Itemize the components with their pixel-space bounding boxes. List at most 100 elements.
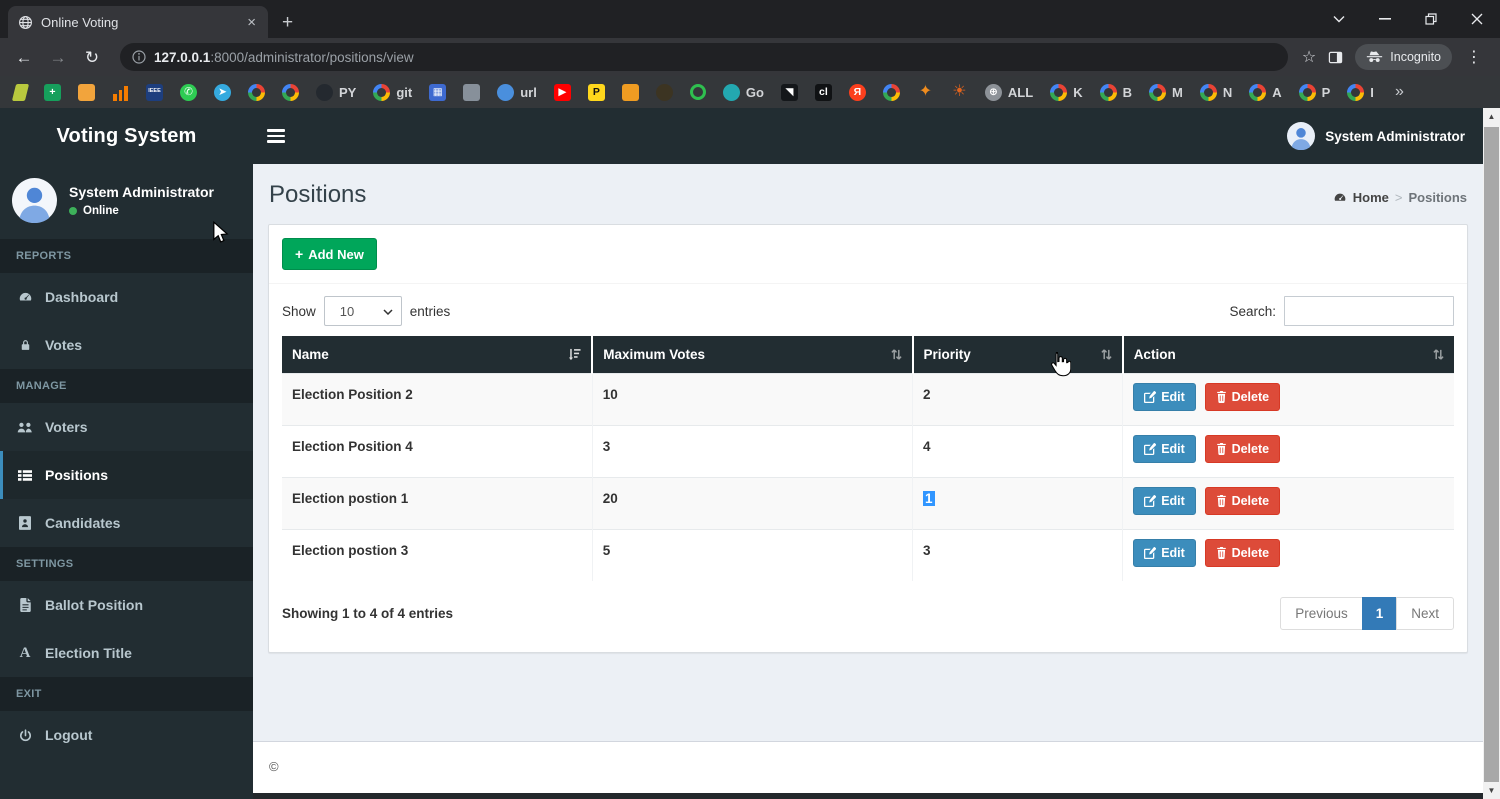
bookmark-ieee[interactable]: IEEE — [146, 84, 163, 101]
bookmark-star-icon[interactable]: ☆ — [1302, 47, 1316, 67]
tab-close-icon[interactable]: × — [245, 15, 258, 30]
pagination-next[interactable]: Next — [1396, 597, 1454, 630]
scroll-down-icon[interactable]: ▼ — [1483, 782, 1500, 799]
edit-button[interactable]: Edit — [1133, 539, 1196, 567]
bookmark-google-a[interactable]: A — [1249, 84, 1281, 101]
bookmark-sun-icon: ☀ — [951, 84, 968, 101]
scrollbar-thumb[interactable] — [1484, 127, 1499, 782]
bookmark-cl[interactable]: cl — [815, 84, 832, 101]
column-header-max-votes[interactable]: Maximum Votes — [592, 336, 912, 373]
search-input[interactable] — [1284, 296, 1454, 326]
page-length-select[interactable]: 10 — [324, 296, 402, 326]
bookmark-google-2[interactable] — [282, 84, 299, 101]
bookmark-yandex-icon: Я — [849, 84, 866, 101]
edit-button[interactable]: Edit — [1133, 487, 1196, 515]
scroll-up-icon[interactable]: ▲ — [1483, 108, 1500, 125]
edit-button[interactable]: Edit — [1133, 383, 1196, 411]
bookmark-eagle[interactable]: ◥ — [781, 84, 798, 101]
bookmark-url-icon — [497, 84, 514, 101]
bookmark-telegram[interactable]: ➤ — [214, 84, 231, 101]
cell-max-votes: 5 — [592, 529, 912, 581]
new-tab-button[interactable]: + — [282, 13, 293, 32]
column-header-action[interactable]: Action — [1123, 336, 1454, 373]
column-header-name[interactable]: Name — [282, 336, 592, 373]
bookmark-all[interactable]: ⊕ALL — [985, 84, 1033, 101]
column-header-priority[interactable]: Priority — [913, 336, 1123, 373]
bookmark-google-1[interactable] — [248, 84, 265, 101]
bookmark-url[interactable]: url — [497, 84, 537, 101]
breadcrumb-home[interactable]: Home — [1353, 190, 1389, 205]
bookmark-google-k[interactable]: K — [1050, 84, 1082, 101]
forward-button[interactable]: → — [44, 49, 72, 66]
url-bar[interactable]: 127.0.0.1:8000/administrator/positions/v… — [120, 43, 1288, 71]
bookmark-analytics[interactable] — [112, 84, 129, 101]
side-panel-icon[interactable] — [1322, 50, 1349, 65]
browser-tab[interactable]: Online Voting × — [8, 6, 268, 38]
bookmarks-overflow[interactable]: » — [1391, 84, 1408, 101]
reload-button[interactable]: ↻ — [78, 49, 106, 66]
bookmark-google-3[interactable] — [883, 84, 900, 101]
sidebar-item-election-title[interactable]: A Election Title — [0, 629, 253, 677]
bookmark-blue-grid[interactable]: ▦ — [429, 84, 446, 101]
bookmark-all-label: ALL — [1008, 85, 1033, 100]
delete-button[interactable]: Delete — [1205, 539, 1281, 567]
window-close-button[interactable] — [1454, 0, 1500, 38]
sidebar-item-candidates[interactable]: Candidates — [0, 499, 253, 547]
bookmark-google-m[interactable]: M — [1149, 84, 1183, 101]
bookmark-spark[interactable]: ✦ — [917, 84, 934, 101]
bookmark-green-ring[interactable] — [690, 84, 706, 100]
bookmark-google-p[interactable]: P — [1299, 84, 1331, 101]
pagination-previous[interactable]: Previous — [1280, 597, 1363, 630]
power-icon — [16, 729, 34, 742]
navbar-user[interactable]: System Administrator — [1287, 122, 1465, 150]
browser-menu-icon[interactable]: ⋮ — [1458, 47, 1490, 67]
search-control: Search: — [1229, 296, 1454, 326]
bookmark-camera[interactable] — [622, 84, 639, 101]
window-chevron-icon[interactable] — [1316, 0, 1362, 38]
bookmark-slant[interactable] — [14, 84, 27, 101]
sidebar-toggle-button[interactable] — [267, 129, 285, 143]
bookmark-gray[interactable] — [463, 84, 480, 101]
delete-button[interactable]: Delete — [1205, 383, 1281, 411]
scrollbar[interactable]: ▲ ▼ — [1483, 108, 1500, 799]
bookmark-analytics-icon — [112, 84, 129, 101]
bookmark-google-i[interactable]: I — [1347, 84, 1374, 101]
selected-text: 1 — [923, 491, 935, 506]
page-info-icon[interactable] — [132, 50, 146, 64]
bookmark-google-b[interactable]: B — [1100, 84, 1132, 101]
sidebar-item-logout[interactable]: Logout — [0, 711, 253, 759]
window-restore-button[interactable] — [1408, 0, 1454, 38]
page-length-value: 10 — [340, 304, 354, 319]
sidebar-user-panel: System Administrator Online — [0, 164, 253, 239]
pagination-page-1[interactable]: 1 — [1362, 597, 1398, 630]
bookmark-p[interactable]: P — [588, 84, 605, 101]
sidebar-item-votes[interactable]: Votes — [0, 321, 253, 369]
bookmark-google-git[interactable]: git — [373, 84, 412, 101]
sidebar-item-voters[interactable]: Voters — [0, 403, 253, 451]
add-new-button[interactable]: + Add New — [282, 238, 377, 270]
table-controls: Show 10 entries Search: — [269, 284, 1467, 336]
bookmark-url-label: url — [520, 85, 537, 100]
bookmark-github-py[interactable]: PY — [316, 84, 356, 101]
bookmark-google-n[interactable]: N — [1200, 84, 1232, 101]
delete-button[interactable]: Delete — [1205, 487, 1281, 515]
search-label: Search: — [1229, 304, 1276, 319]
page-footer: © — [253, 741, 1483, 793]
bookmark-cart[interactable] — [656, 84, 673, 101]
sidebar-item-dashboard[interactable]: Dashboard — [0, 273, 253, 321]
users-icon — [16, 421, 34, 434]
bookmark-sun[interactable]: ☀ — [951, 84, 968, 101]
back-button[interactable]: ← — [10, 49, 38, 66]
bookmark-sheets[interactable]: + — [44, 84, 61, 101]
window-minimize-button[interactable] — [1362, 0, 1408, 38]
edit-button[interactable]: Edit — [1133, 435, 1196, 463]
bookmark-yandex[interactable]: Я — [849, 84, 866, 101]
bookmark-orange-box[interactable] — [78, 84, 95, 101]
bookmark-youtube[interactable]: ▶ — [554, 84, 571, 101]
sidebar-item-ballot-position[interactable]: Ballot Position — [0, 581, 253, 629]
sidebar-item-positions[interactable]: Positions — [0, 451, 253, 499]
bookmark-go[interactable]: Go — [723, 84, 764, 101]
bookmark-whatsapp[interactable]: ✆ — [180, 84, 197, 101]
bookmark-google-2-icon — [282, 84, 299, 101]
delete-button[interactable]: Delete — [1205, 435, 1281, 463]
